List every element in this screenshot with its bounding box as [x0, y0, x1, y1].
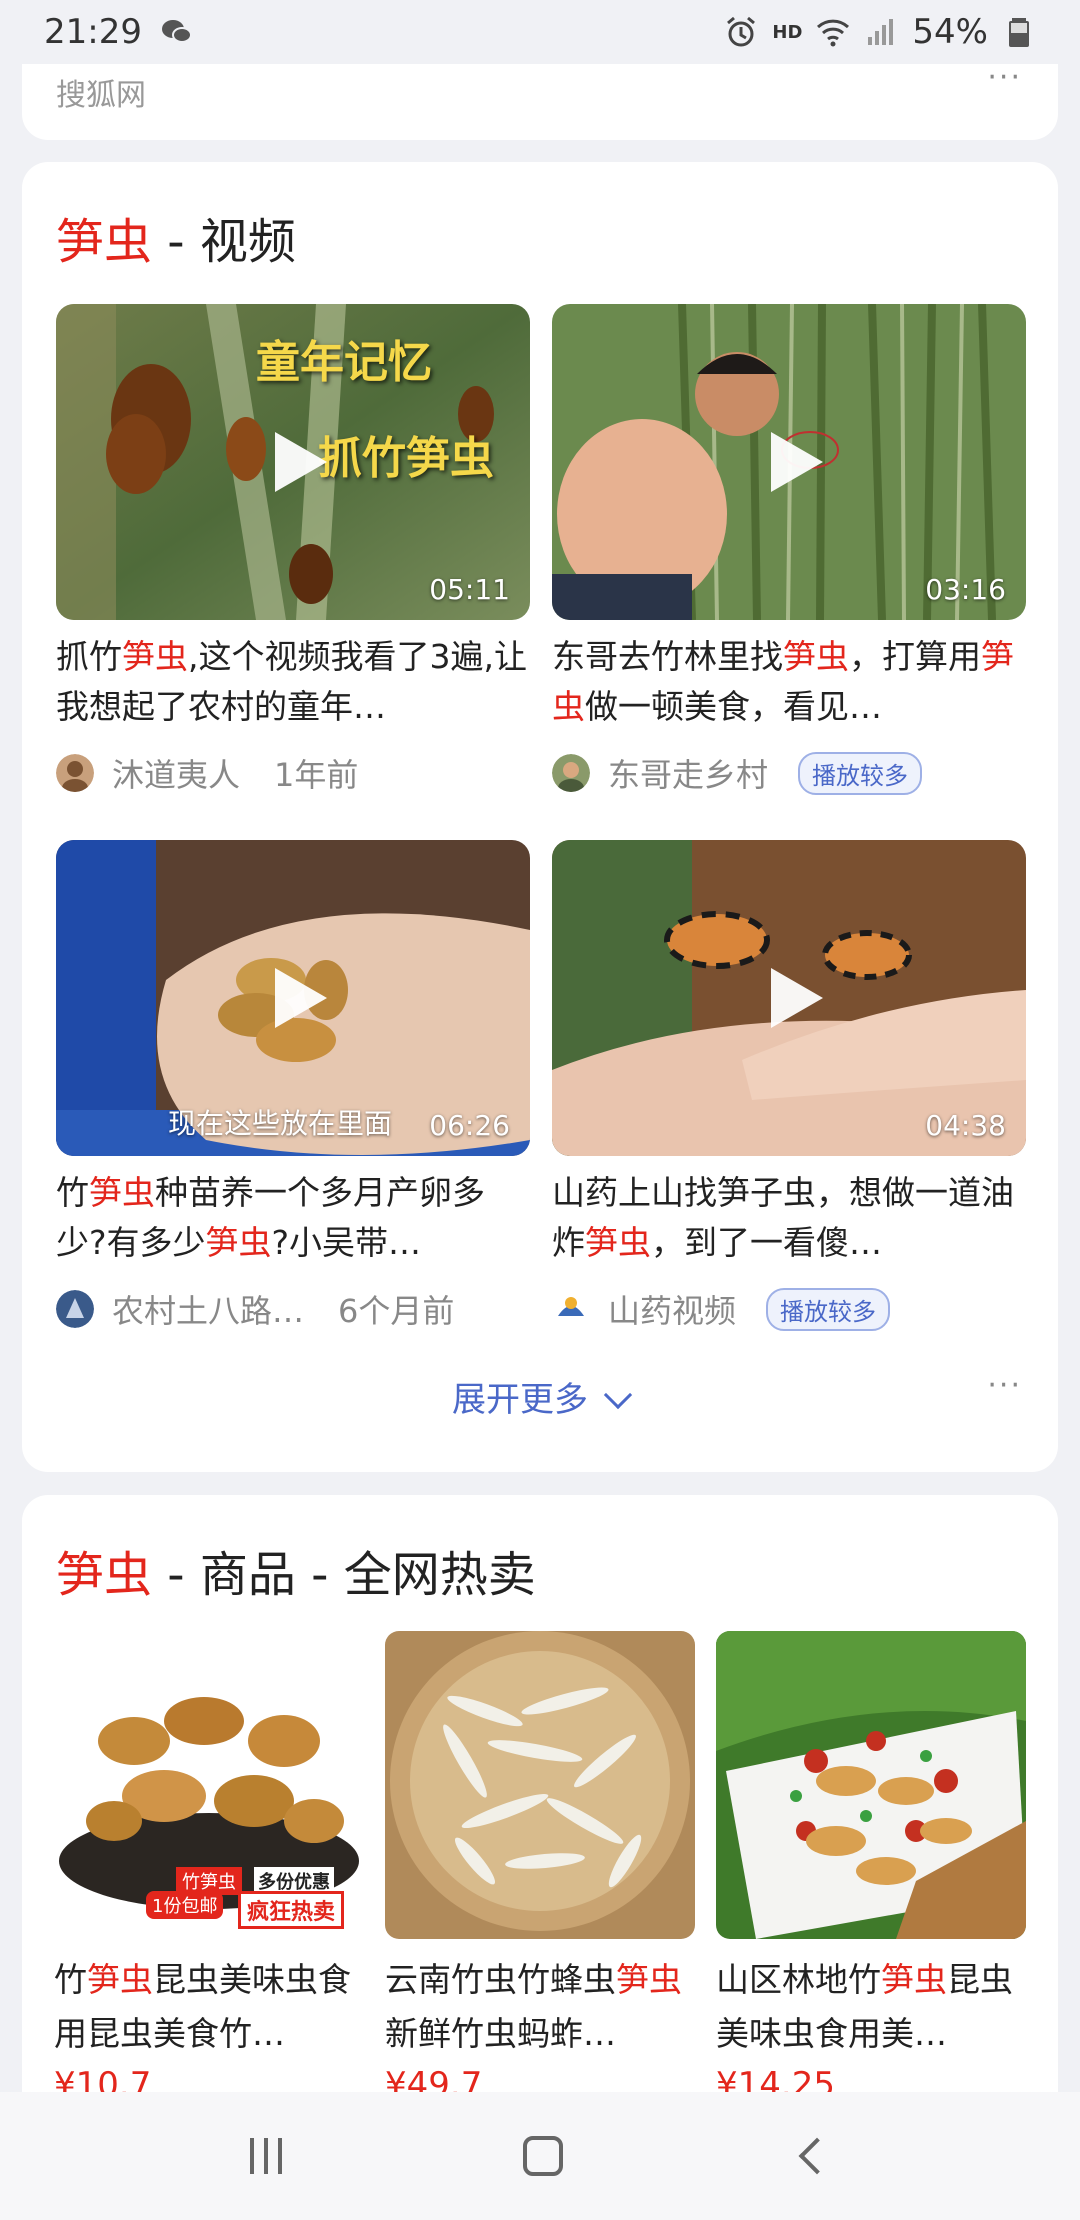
video-meta: 农村土八路… 6个月前 [56, 1286, 530, 1332]
product-tag: 1份包邮 [146, 1891, 224, 1919]
video-thumbnail[interactable]: 03:16 [552, 304, 1026, 620]
more-options-icon[interactable]: ··· [987, 60, 1022, 95]
play-icon[interactable] [771, 968, 823, 1028]
popular-badge: 播放较多 [798, 751, 923, 795]
section-title-suffix: - 视频 [152, 214, 296, 270]
more-options-icon[interactable]: ··· [987, 1368, 1022, 1403]
video-meta: 东哥走乡村 播放较多 [552, 750, 1026, 796]
title-text: 竹 [54, 1960, 87, 1999]
publish-time: 6个月前 [338, 1292, 455, 1330]
bamboo-worms-basket-image [385, 1631, 695, 1939]
wifi-icon [817, 19, 850, 47]
author-avatar [552, 1290, 590, 1328]
signal-icon [868, 19, 894, 45]
product-item[interactable]: 竹笋虫 多份优惠 1份包邮 疯狂热卖 竹笋虫昆虫美味虫食用昆虫美食竹… ¥10.… [54, 1631, 364, 2105]
title-keyword: 笋虫 [783, 637, 849, 676]
video-title[interactable]: 东哥去竹林里找笋虫，打算用笋虫做一顿美食，看见… [552, 632, 1026, 732]
author-avatar [56, 754, 94, 792]
video-item[interactable]: 现在这些放在里面 06:26 竹笋虫种苗养一个多月产卵多少?有多少笋虫?小吴带…… [56, 840, 530, 1332]
title-text: 做一顿美食，看见… [585, 687, 882, 726]
recent-apps-icon[interactable] [250, 2138, 283, 2174]
product-title[interactable]: 云南竹虫竹蜂虫笋虫新鲜竹虫蚂蚱… [385, 1953, 695, 2061]
product-image[interactable]: 竹笋虫 多份优惠 1份包邮 疯狂热卖 [54, 1631, 364, 1939]
thumbnail-caption-1: 童年记忆 [256, 337, 432, 388]
home-icon[interactable] [522, 2136, 563, 2176]
video-thumbnail[interactable]: 童年记忆 抓竹笋虫 05:11 [56, 304, 530, 620]
title-keyword: 笋虫 [122, 637, 188, 676]
video-duration: 03:16 [925, 573, 1006, 606]
video-title[interactable]: 竹笋虫种苗养一个多月产卵多少?有多少笋虫?小吴带… [56, 1168, 530, 1268]
product-image[interactable] [385, 1631, 695, 1939]
back-icon[interactable] [798, 2137, 836, 2175]
alarm-icon [727, 16, 756, 47]
title-text: 抓竹 [56, 637, 122, 676]
battery-icon [1009, 18, 1029, 47]
video-thumbnail[interactable]: 现在这些放在里面 06:26 [56, 840, 530, 1156]
wechat-icon [161, 20, 192, 43]
title-text: ，到了一看傻… [651, 1223, 882, 1262]
thumbnail-caption-2: 抓竹笋虫 [318, 433, 494, 484]
section-keyword: 笋虫 [56, 214, 153, 270]
product-tag: 疯狂热卖 [238, 1891, 345, 1929]
video-meta: 沐道夷人 1年前 [56, 750, 530, 796]
product-item[interactable]: 云南竹虫竹蜂虫笋虫新鲜竹虫蚂蚱… ¥49.7 [385, 1631, 695, 2105]
stir-fried-larvae-dish-image [716, 1631, 1026, 1939]
title-text: 山区林地竹 [716, 1960, 881, 1999]
title-text: 云南竹虫竹蜂虫 [385, 1960, 616, 1999]
title-keyword: 笋虫 [89, 1173, 155, 1212]
battery-percent: 54% [912, 12, 988, 52]
title-keyword: 笋虫 [881, 1960, 947, 1999]
video-section-title[interactable]: 笋虫 - 视频 [56, 202, 296, 272]
author-avatar [56, 1290, 94, 1328]
title-keyword: 笋虫 [585, 1223, 651, 1262]
network-type: HD [772, 21, 803, 43]
video-thumbnail[interactable]: 04:38 [552, 840, 1026, 1156]
author-name[interactable]: 沐道夷人 [112, 750, 240, 796]
author-avatar [552, 754, 590, 792]
product-title[interactable]: 竹笋虫昆虫美味虫食用昆虫美食竹… [54, 1953, 364, 2061]
video-duration: 05:11 [429, 573, 510, 606]
author-name[interactable]: 山药视频 [608, 1286, 736, 1332]
title-text: 竹 [56, 1173, 89, 1212]
play-icon[interactable] [275, 432, 327, 492]
section-title-suffix: - 商品 - 全网热卖 [152, 1547, 536, 1603]
video-title[interactable]: 抓竹笋虫,这个视频我看了3遍,让我想起了农村的童年… [56, 632, 530, 732]
product-item[interactable]: 山区林地竹笋虫昆虫美味虫食用美… ¥14.25 [716, 1631, 1026, 2105]
video-duration: 06:26 [429, 1109, 510, 1142]
popular-badge: 播放较多 [766, 1287, 891, 1331]
status-bar: 21:29 HD 54% [0, 0, 1080, 64]
play-icon[interactable] [275, 968, 327, 1028]
video-item[interactable]: 03:16 东哥去竹林里找笋虫，打算用笋虫做一顿美食，看见… 东哥走乡村 播放较… [552, 304, 1026, 796]
title-text: 东哥去竹林里找 [552, 637, 783, 676]
title-keyword: 笋虫 [87, 1960, 153, 1999]
status-time: 21:29 [44, 12, 142, 52]
video-duration: 04:38 [925, 1109, 1006, 1142]
video-section: 笋虫 - 视频 童年记忆 抓竹笋虫 05:11 抓竹笋虫,这个视频我看了3遍,让 [22, 162, 1058, 1472]
thumbnail-subtitle: 现在这些放在里面 [168, 1107, 393, 1140]
goods-section-title[interactable]: 笋虫 - 商品 - 全网热卖 [56, 1535, 536, 1605]
author-name[interactable]: 农村土八路… [112, 1286, 304, 1332]
product-image[interactable] [716, 1631, 1026, 1939]
author-name[interactable]: 东哥走乡村 [608, 750, 768, 796]
video-meta: 山药视频 播放较多 [552, 1286, 1026, 1332]
product-title[interactable]: 山区林地竹笋虫昆虫美味虫食用美… [716, 1953, 1026, 2061]
title-keyword: 笋虫 [205, 1223, 272, 1262]
title-text: ，打算用 [849, 637, 981, 676]
video-item[interactable]: 04:38 山药上山找笋子虫，想做一道油炸笋虫，到了一看傻… 山药视频 播放较多 [552, 840, 1026, 1332]
chevron-down-icon [603, 1380, 633, 1410]
publish-time: 1年前 [274, 756, 359, 794]
title-text: ?小吴带… [271, 1223, 422, 1262]
title-keyword: 笋虫 [616, 1960, 682, 1999]
video-title[interactable]: 山药上山找笋子虫，想做一道油炸笋虫，到了一看傻… [552, 1168, 1026, 1268]
expand-more-label: 展开更多 [452, 1380, 588, 1420]
title-text: 新鲜竹虫蚂蚱… [385, 2014, 616, 2053]
system-navigation-bar [0, 2092, 1080, 2220]
video-item[interactable]: 童年记忆 抓竹笋虫 05:11 抓竹笋虫,这个视频我看了3遍,让我想起了农村的童… [56, 304, 530, 796]
expand-more-button[interactable]: 展开更多 [22, 1372, 1058, 1421]
source-label: 搜狐网 [56, 78, 146, 113]
play-icon[interactable] [771, 432, 823, 492]
section-keyword: 笋虫 [56, 1547, 153, 1603]
